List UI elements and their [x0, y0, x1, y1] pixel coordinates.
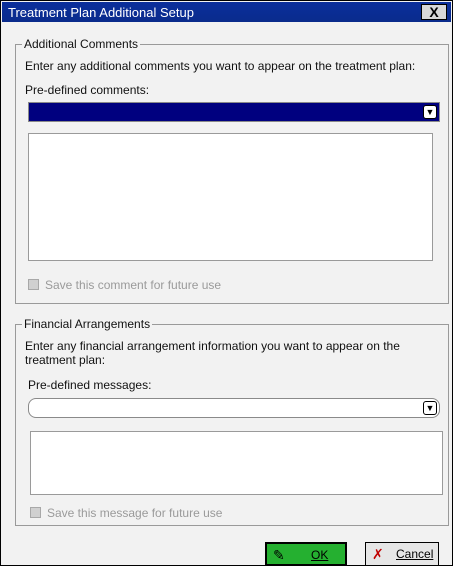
- window-title: Treatment Plan Additional Setup: [8, 5, 194, 20]
- save-message-row[interactable]: Save this message for future use: [30, 506, 222, 520]
- predefined-messages-dropdown[interactable]: ▼: [28, 398, 440, 418]
- pencil-x-icon: ✗: [372, 546, 384, 562]
- comments-instruction: Enter any additional comments you want t…: [25, 59, 416, 73]
- financial-instruction-line2: treatment plan:: [25, 353, 106, 367]
- additional-comments-group: Additional Comments Enter any additional…: [15, 37, 449, 304]
- comments-textarea[interactable]: [28, 133, 433, 261]
- cancel-label: Cancel: [396, 547, 434, 561]
- predefined-comments-dropdown[interactable]: ▼: [28, 102, 440, 122]
- ok-label: OK: [311, 548, 329, 562]
- financial-textarea[interactable]: [30, 431, 443, 495]
- ok-button[interactable]: ✎ OK: [265, 542, 347, 566]
- save-comment-checkbox[interactable]: [28, 279, 39, 290]
- predefined-comments-label: Pre-defined comments:: [25, 83, 150, 97]
- financial-instruction-line1: Enter any financial arrangement informat…: [25, 339, 400, 353]
- pencil-check-icon: ✎: [273, 547, 285, 563]
- dialog-window: Treatment Plan Additional Setup X Additi…: [0, 0, 453, 566]
- save-comment-row[interactable]: Save this comment for future use: [28, 278, 221, 292]
- save-message-checkbox[interactable]: [30, 507, 41, 518]
- save-message-label: Save this message for future use: [47, 506, 223, 520]
- financial-arrangements-legend: Financial Arrangements: [22, 317, 153, 331]
- financial-arrangements-group: Financial Arrangements Enter any financi…: [15, 317, 449, 526]
- title-bar[interactable]: Treatment Plan Additional Setup X: [2, 2, 451, 22]
- close-icon: X: [429, 4, 439, 20]
- chevron-down-icon[interactable]: ▼: [423, 105, 437, 119]
- additional-comments-legend: Additional Comments: [22, 37, 141, 51]
- predefined-messages-label: Pre-defined messages:: [28, 378, 152, 392]
- chevron-down-icon[interactable]: ▼: [423, 401, 437, 415]
- save-comment-label: Save this comment for future use: [45, 278, 222, 292]
- close-button[interactable]: X: [421, 4, 447, 20]
- cancel-button[interactable]: ✗ Cancel: [365, 542, 439, 566]
